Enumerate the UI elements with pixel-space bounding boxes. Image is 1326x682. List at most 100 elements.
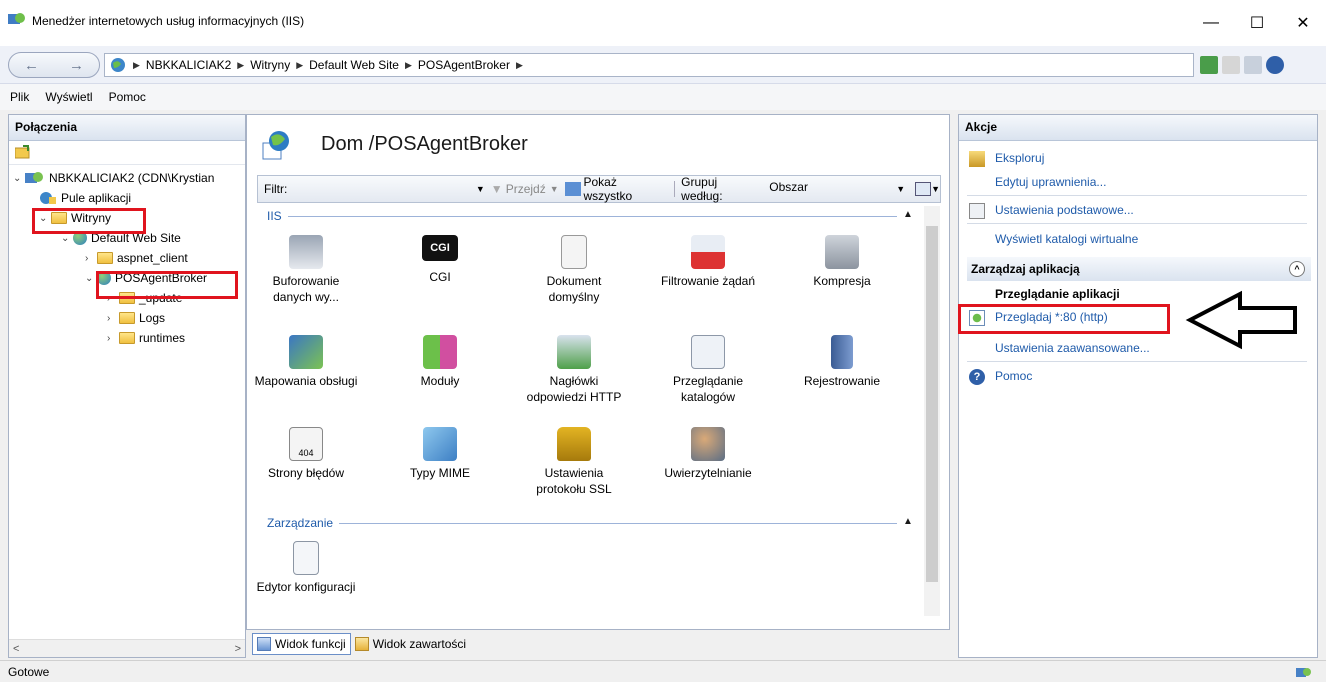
chevron-right-icon[interactable]: › <box>107 313 119 324</box>
feature-label: Moduły <box>420 374 460 388</box>
status-bar: Gotowe <box>0 660 1326 682</box>
chevron-down-icon[interactable]: ▼ <box>896 184 905 194</box>
features-area: IIS ▲ ⌃ Buforowanie danych wy... CGI CGI… <box>255 205 941 605</box>
collapse-section-icon[interactable]: ^ <box>1289 261 1305 277</box>
back-arrow-icon[interactable]: ← <box>24 57 39 74</box>
feature-configuration-editor[interactable]: Edytor konfiguracji <box>251 541 361 595</box>
feature-directory-browsing[interactable]: Przeglądanie katalogów <box>653 335 763 405</box>
help-icon[interactable] <box>1266 56 1284 74</box>
group-by-select[interactable]: Obszar <box>767 180 896 198</box>
breadcrumb-default-site[interactable]: Default Web Site <box>309 58 399 72</box>
feature-handler-mappings[interactable]: Mapowania obsługi <box>251 335 361 389</box>
address-bar: ← → ▶ NBKKALICIAK2 ▶ Witryny ▶ Default W… <box>0 46 1326 84</box>
feature-logging[interactable]: Rejestrowanie <box>787 335 897 389</box>
content-view-icon <box>354 637 369 651</box>
feature-error-pages[interactable]: 404 Strony błędów <box>251 427 361 481</box>
action-edit-permissions[interactable]: Edytuj uprawnienia... <box>995 175 1106 189</box>
nav-buttons: ← → <box>8 52 100 78</box>
feature-output-caching[interactable]: Buforowanie danych wy... <box>251 235 361 305</box>
authentication-icon <box>691 427 725 461</box>
filter-input[interactable] <box>291 180 476 198</box>
action-basic-settings[interactable]: Ustawienia podstawowe... <box>995 203 1134 217</box>
close-button[interactable]: ✕ <box>1280 0 1326 46</box>
forward-arrow-icon[interactable]: → <box>69 57 84 74</box>
show-all-button[interactable]: Pokaż wszystko <box>584 175 669 203</box>
section-management: Zarządzanie <box>267 516 340 530</box>
divider <box>967 361 1307 362</box>
features-panel: Dom /POSAgentBroker Filtr: ▼ ▼ Przejdź ▼… <box>246 114 950 630</box>
feature-http-headers[interactable]: Nagłówki odpowiedzi HTTP <box>519 335 629 405</box>
breadcrumb[interactable]: ▶ NBKKALICIAK2 ▶ Witryny ▶ Default Web S… <box>104 53 1194 77</box>
chevron-right-icon: ▶ <box>133 59 140 70</box>
connect-icon[interactable] <box>14 145 31 159</box>
default-document-icon <box>561 235 587 269</box>
action-advanced-settings[interactable]: Ustawienia zaawansowane... <box>995 341 1150 355</box>
feature-modules[interactable]: Moduły <box>385 335 495 389</box>
divider <box>967 195 1307 196</box>
chevron-down-icon[interactable]: ▼ <box>931 184 940 194</box>
highlight-sites <box>32 208 146 234</box>
tab-content-view[interactable]: Widok zawartości <box>351 633 470 655</box>
action-help[interactable]: Pomoc <box>995 369 1032 383</box>
connections-panel: Połączenia ⌄ NBKKALICIAK2 (CDN\Krystian … <box>8 114 246 658</box>
feature-authentication[interactable]: Uwierzytelnianie <box>653 427 763 481</box>
feature-label: Nagłówki <box>549 374 599 388</box>
action-view-virtual-dirs[interactable]: Wyświetl katalogi wirtualne <box>995 232 1138 246</box>
feature-ssl-settings[interactable]: Ustawienia protokołu SSL <box>519 427 629 497</box>
chevron-right-icon[interactable]: › <box>85 253 97 264</box>
configuration-editor-icon <box>293 541 319 575</box>
feature-cgi[interactable]: CGI CGI <box>385 235 495 285</box>
folder-icon <box>119 332 135 344</box>
minimize-button[interactable]: — <box>1188 0 1234 46</box>
window-title: Menedżer internetowych usług informacyjn… <box>32 14 305 28</box>
chevron-down-icon[interactable]: ▼ <box>476 184 485 194</box>
collapse-section-icon[interactable]: ▲ <box>903 209 913 220</box>
feature-default-document[interactable]: Dokument domyślny <box>519 235 629 305</box>
menu-help[interactable]: Pomoc <box>109 90 146 104</box>
view-mode-icon[interactable] <box>915 182 932 196</box>
tab-features-view[interactable]: Widok funkcji <box>252 633 351 655</box>
tree-label: runtimes <box>139 331 186 345</box>
scrollbar-thumb[interactable] <box>926 226 938 582</box>
feature-label: Dokument <box>546 274 602 288</box>
collapse-section-icon[interactable]: ▲ <box>903 516 913 527</box>
tree-node-runtimes[interactable]: › runtimes <box>107 329 185 347</box>
globe-icon <box>111 58 125 72</box>
horizontal-scrollbar[interactable]: < > <box>9 639 245 657</box>
feature-label: Buforowanie <box>272 274 340 288</box>
chevron-down-icon[interactable]: ⌄ <box>13 173 25 184</box>
home-icon[interactable] <box>1244 56 1262 74</box>
feature-label: Rejestrowanie <box>803 374 881 388</box>
toolbar-divider <box>674 181 676 197</box>
funnel-icon: ▼ <box>490 182 503 196</box>
breadcrumb-sites[interactable]: Witryny <box>250 58 290 72</box>
stop-icon[interactable] <box>1222 56 1240 74</box>
feature-mime-types[interactable]: Typy MIME <box>385 427 495 481</box>
tree-node-app-pools[interactable]: Pule aplikacji <box>39 189 131 207</box>
tree-node-aspnet-client[interactable]: › aspnet_client <box>85 249 188 267</box>
menu-file[interactable]: Plik <box>10 90 29 104</box>
go-button[interactable]: Przejdź <box>506 182 546 196</box>
breadcrumb-app[interactable]: POSAgentBroker <box>418 58 510 72</box>
chevron-down-icon[interactable]: ⌄ <box>61 233 73 244</box>
feature-label: CGI <box>429 270 451 284</box>
action-explore[interactable]: Eksploruj <box>995 151 1044 165</box>
menu-view[interactable]: Wyświetl <box>45 90 92 104</box>
chevron-right-icon[interactable]: › <box>107 333 119 344</box>
scroll-right-icon[interactable]: > <box>235 643 241 655</box>
scroll-left-icon[interactable]: < <box>13 643 19 655</box>
refresh-icon[interactable] <box>1200 56 1218 74</box>
tree-node-logs[interactable]: › Logs <box>107 309 165 327</box>
feature-request-filtering[interactable]: Filtrowanie żądań <box>653 235 763 289</box>
section-iis: IIS <box>267 209 288 223</box>
breadcrumb-server[interactable]: NBKKALICIAK2 <box>146 58 231 72</box>
feature-compression[interactable]: Kompresja <box>787 235 897 289</box>
chevron-right-icon: ▶ <box>237 59 245 70</box>
actions-panel: Akcje Eksploruj Edytuj uprawnienia... Us… <box>958 114 1318 658</box>
error-pages-icon: 404 <box>289 427 323 461</box>
tree-node-server[interactable]: ⌄ NBKKALICIAK2 (CDN\Krystian <box>13 169 214 187</box>
help-icon: ? <box>969 369 985 385</box>
tree-label: Logs <box>139 311 166 325</box>
maximize-button[interactable]: ☐ <box>1234 0 1280 46</box>
output-caching-icon <box>289 235 323 269</box>
